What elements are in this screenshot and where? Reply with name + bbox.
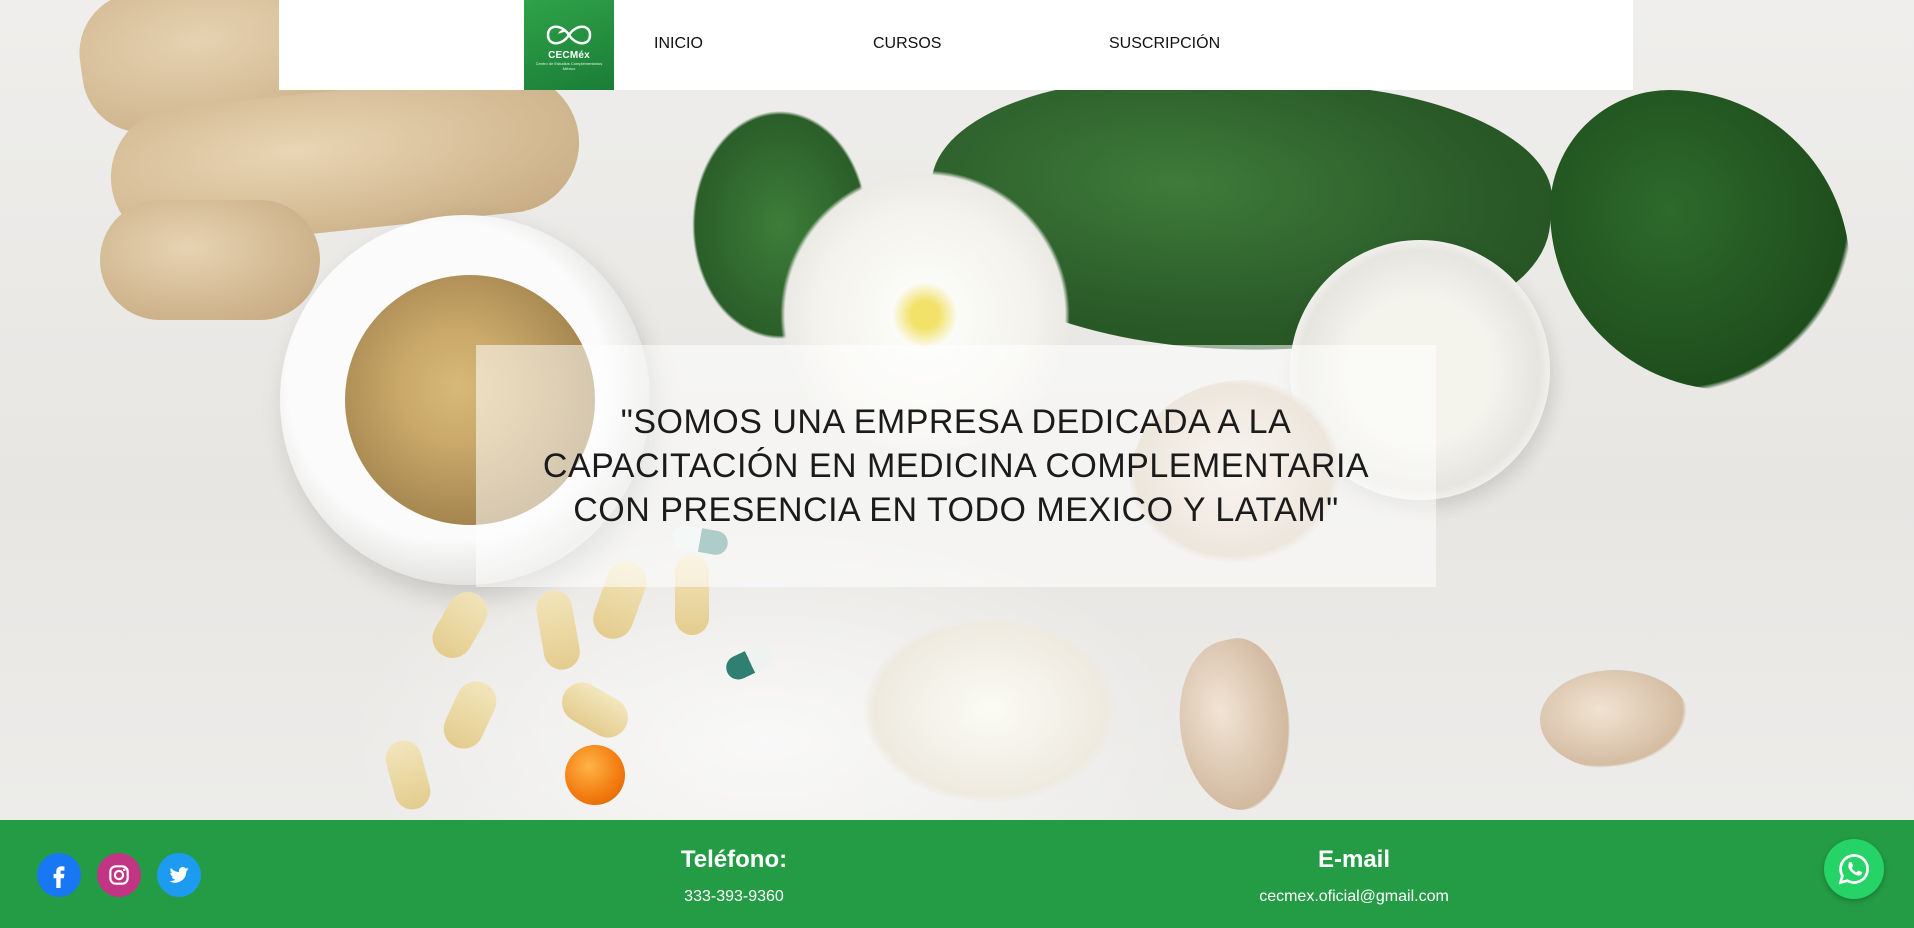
instagram-icon[interactable]: [97, 853, 141, 897]
logo-name: CECMéx: [548, 49, 590, 61]
teal-capsule-image: [722, 640, 778, 684]
mission-quote: "SOMOS UNA EMPRESA DEDICADA A LA CAPACIT…: [542, 403, 1370, 529]
email-address[interactable]: cecmex.oficial@gmail.com: [1204, 888, 1504, 906]
capsule-image: [554, 675, 636, 745]
site-logo[interactable]: CECMéx Centro de Estudios Complementario…: [524, 0, 614, 90]
capsule-image: [425, 584, 495, 666]
capsule-image: [437, 674, 503, 756]
email-heading: E-mail: [1317, 846, 1391, 873]
petals-image: [840, 600, 1140, 820]
whatsapp-icon[interactable]: [1824, 839, 1884, 899]
facebook-icon[interactable]: [37, 853, 81, 897]
garlic-clove-image: [1540, 670, 1690, 770]
phone-heading: Teléfono:: [680, 846, 788, 873]
quote-box: "SOMOS UNA EMPRESA DEDICADA A LA CAPACIT…: [476, 345, 1436, 587]
garlic-clove-image: [1163, 630, 1307, 820]
orange-pill-image: [565, 745, 625, 805]
phone-number[interactable]: 333-393-9360: [634, 888, 834, 906]
twitter-icon[interactable]: [157, 853, 201, 897]
footer: [0, 820, 1914, 928]
infinity-leaf-icon: [542, 20, 596, 48]
nav-inicio[interactable]: INICIO: [654, 35, 703, 53]
ginger-root-image: [100, 200, 320, 320]
capsule-image: [533, 587, 583, 673]
logo-subtitle: Centro de Estudios Complementarios Méxic…: [535, 60, 603, 71]
capsule-image: [381, 736, 435, 814]
parsley-image: [1550, 90, 1850, 390]
nav-suscripcion[interactable]: SUSCRIPCIÓN: [1109, 35, 1220, 53]
nav-cursos[interactable]: CURSOS: [873, 35, 941, 53]
top-navbar: CECMéx Centro de Estudios Complementario…: [279, 0, 1633, 90]
